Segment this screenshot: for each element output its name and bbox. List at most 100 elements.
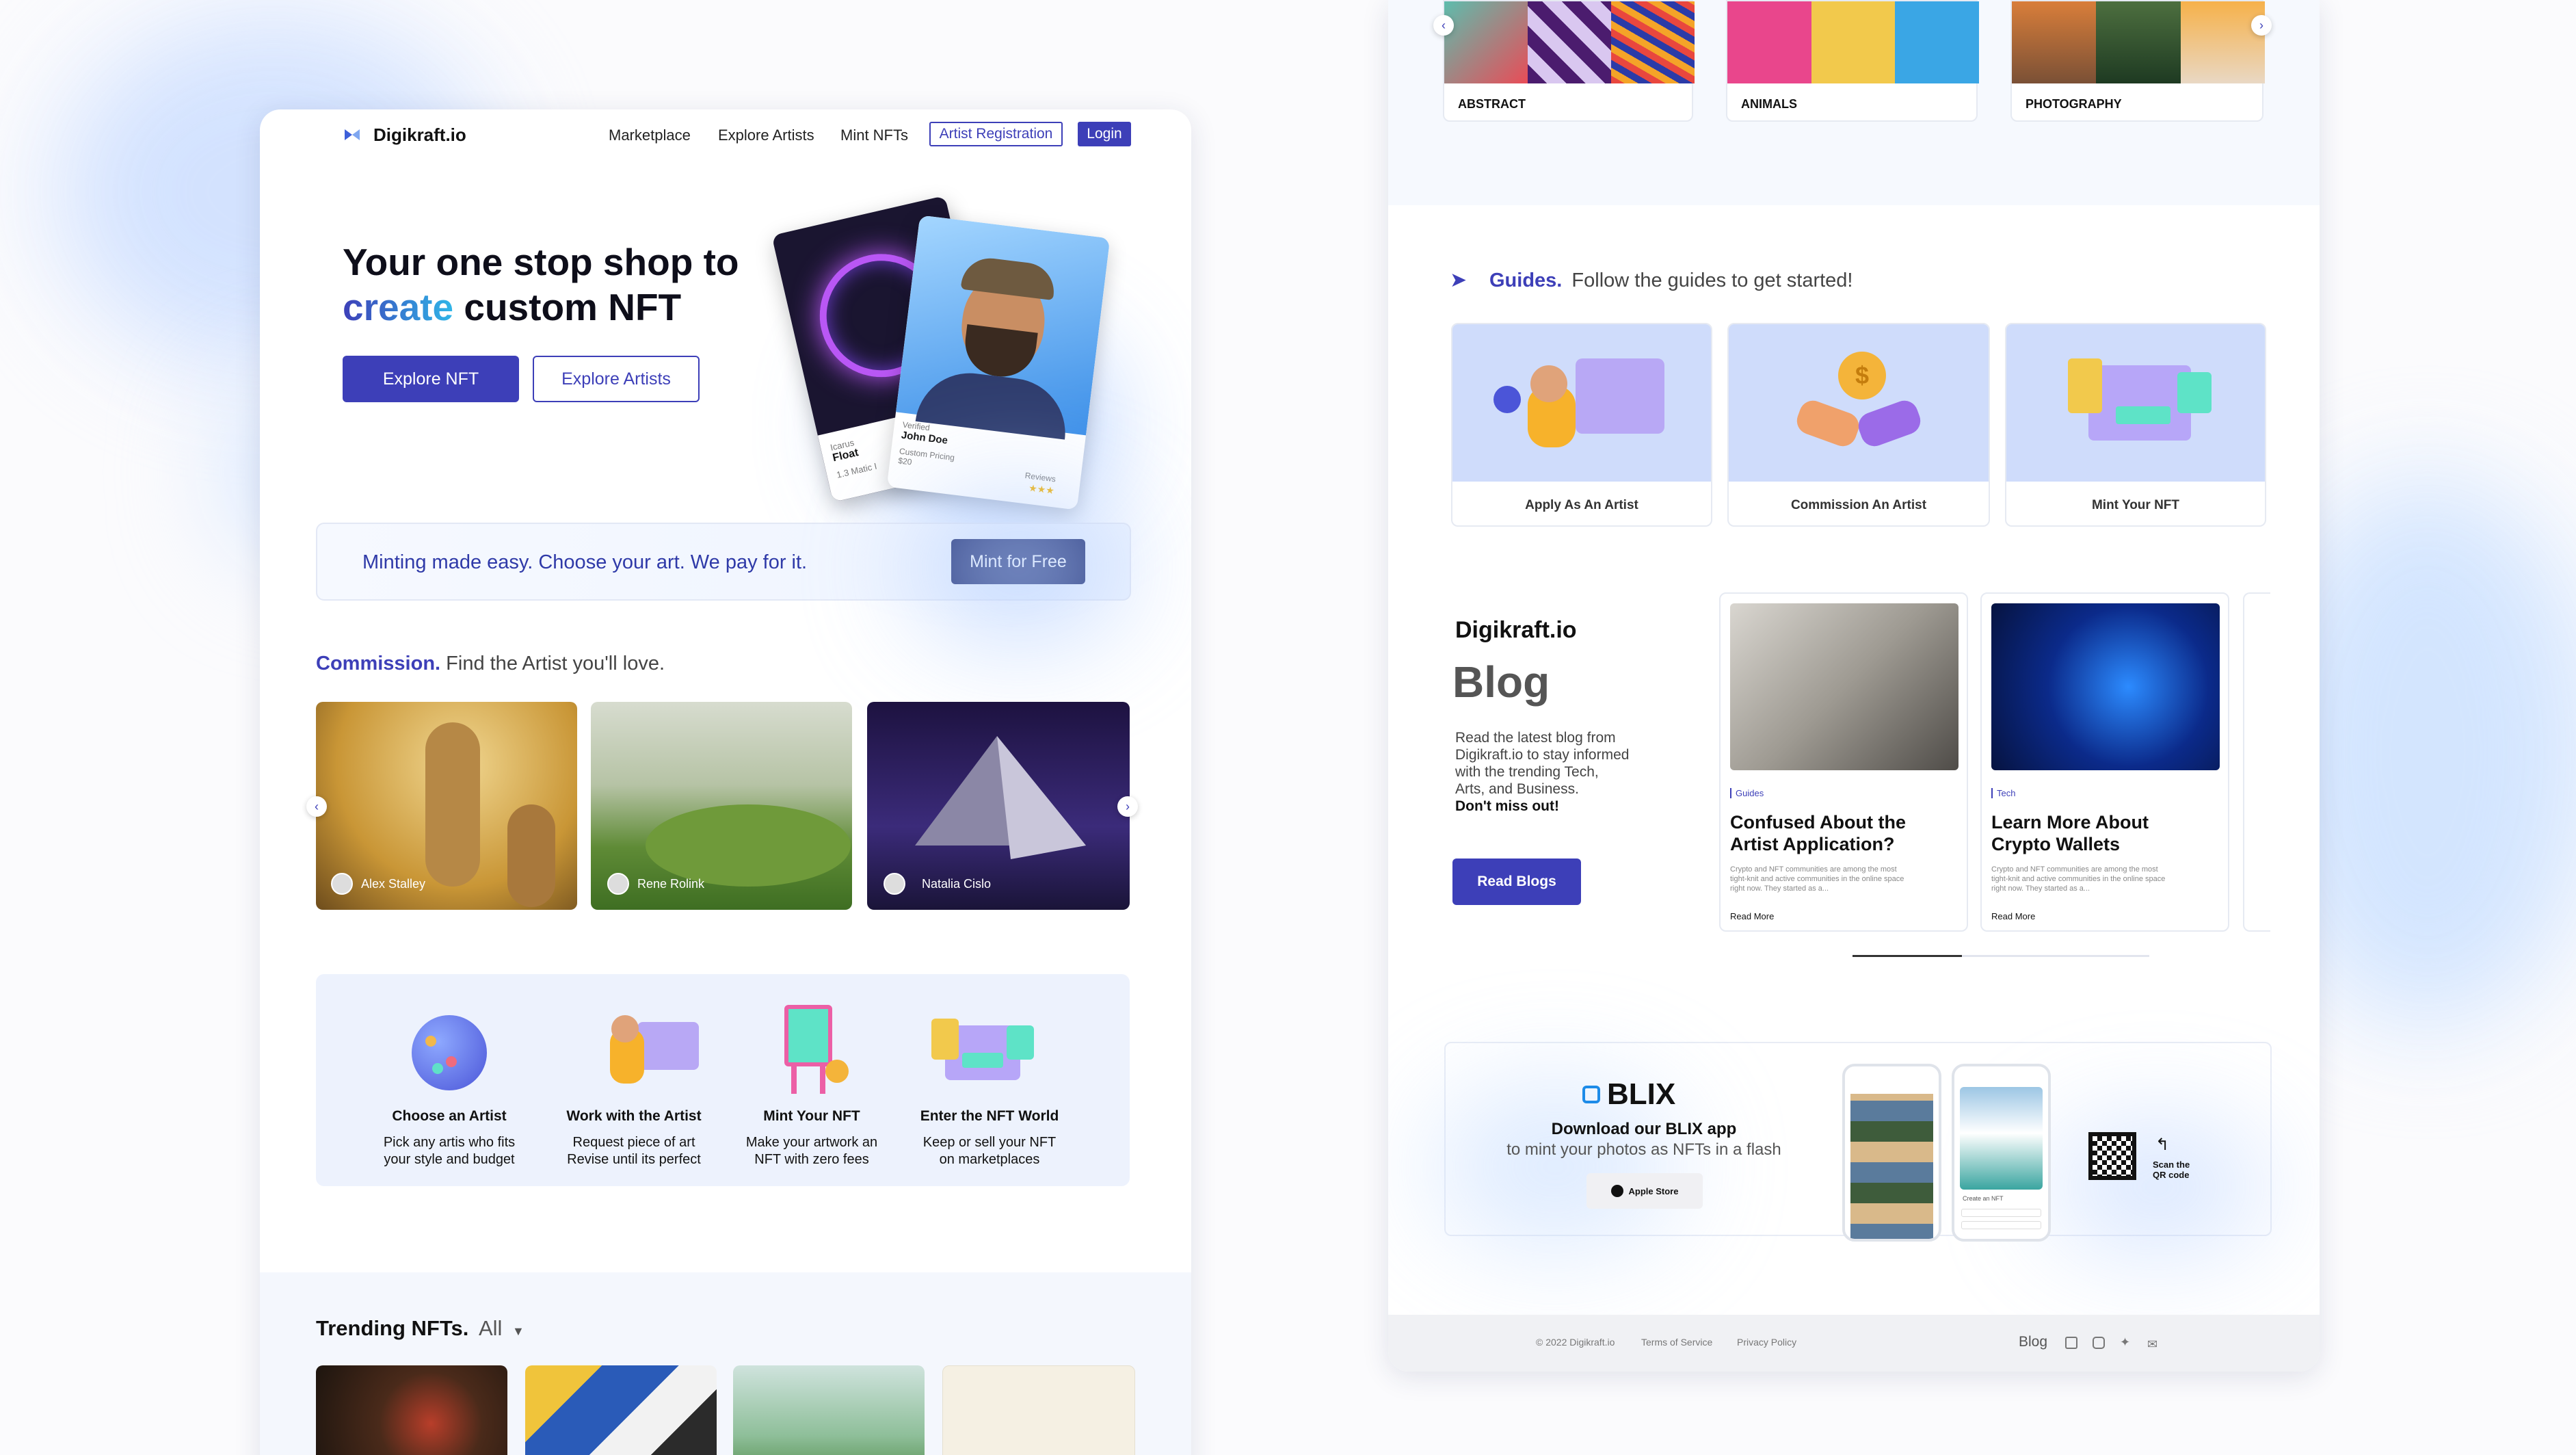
read-more-link[interactable]: Read More (1991, 911, 2035, 921)
blog-post-title-line: Crypto Wallets (1991, 834, 2121, 854)
artist-card-2[interactable]: Rene Rolink (591, 702, 852, 910)
mail-icon[interactable]: ✉ (2147, 1337, 2157, 1352)
apple-icon (1610, 1185, 1623, 1197)
star-rating-icon: ★★★ (1028, 482, 1055, 497)
trending-heading: Trending NFTs. All ▼ (316, 1316, 525, 1341)
nft-thumb[interactable] (525, 1365, 717, 1455)
artist-registration-button[interactable]: Artist Registration (929, 122, 1063, 146)
app-banner: BLIX Download our BLIX app to mint your … (1432, 1042, 2272, 1248)
trending-title: Trending NFTs. (316, 1316, 469, 1340)
steps-panel: Choose an Artist Pick any artis who fits… (316, 974, 1130, 1186)
brand-name[interactable]: Digikraft.io (373, 124, 466, 146)
category-card-photography[interactable]: PHOTOGRAPHY (2010, 0, 2265, 122)
blog-post-1[interactable]: Guides Confused About the Artist Applica… (1719, 592, 1968, 932)
categories-prev-button[interactable]: ‹ (1433, 15, 1454, 36)
nft-world-icon (931, 1005, 1034, 1094)
category-card-animals[interactable]: ANIMALS (1726, 0, 1980, 122)
blog-desc-line: Digikraft.io to stay informed (1455, 747, 1630, 763)
nft-thumb[interactable] (733, 1365, 925, 1455)
blog-title: Blog (1452, 657, 1550, 707)
linkedin-icon[interactable] (2065, 1337, 2077, 1349)
excerpt-line: right now. They started as a... (1991, 884, 2090, 893)
blog-scroll-track[interactable] (1853, 955, 2149, 957)
footer-privacy-link[interactable]: Privacy Policy (1737, 1337, 1796, 1348)
step-title: Choose an Artist (392, 1108, 507, 1124)
nft-thumb[interactable] (316, 1365, 507, 1455)
avatar-art (896, 215, 1111, 440)
blog-post-tag: Tech (1991, 788, 2015, 798)
phone-mockup-gallery (1842, 1064, 1941, 1242)
guide-label: Commission An Artist (1790, 498, 1927, 512)
easel-icon (771, 1005, 849, 1094)
twitter-icon[interactable]: ✦ (2120, 1335, 2130, 1350)
step-desc: Keep or sell your NFT (922, 1135, 1057, 1150)
mint-for-free-button[interactable]: Mint for Free (951, 539, 1085, 584)
avatar (884, 873, 905, 895)
blog-desc-line: with the trending Tech, (1455, 764, 1599, 780)
read-more-link[interactable]: Read More (1730, 911, 1774, 921)
avatar (331, 873, 353, 895)
explore-artists-button[interactable]: Explore Artists (533, 356, 700, 402)
curved-arrow-icon: ↰ (2155, 1136, 2170, 1154)
artist-name: Rene Rolink (637, 877, 705, 891)
guide-card-commission[interactable]: $ Commission An Artist (1727, 323, 1990, 527)
chevron-down-icon[interactable]: ▼ (512, 1324, 525, 1338)
categories-next-button[interactable]: › (2251, 15, 2272, 36)
login-button[interactable]: Login (1078, 122, 1131, 146)
nav-mint-nfts[interactable]: Mint NFTs (840, 127, 908, 144)
instagram-icon[interactable] (2093, 1337, 2105, 1349)
apple-store-button[interactable]: Apple Store (1586, 1173, 1703, 1209)
blog-brand: Digikraft.io (1455, 617, 1577, 643)
scan-qr-text: Scan the QR code (2153, 1159, 2190, 1180)
hero-line-2: custom NFT (464, 286, 682, 328)
step-3: Mint Your NFT Make your artwork an NFT w… (733, 1107, 890, 1168)
carousel-next-button[interactable]: › (1117, 796, 1138, 817)
step-4: Enter the NFT World Keep or sell your NF… (911, 1107, 1068, 1168)
footer-blog-link[interactable]: Blog (2019, 1334, 2047, 1350)
avatar (607, 873, 629, 895)
hero-highlight: create (343, 286, 454, 328)
guide-card-mint[interactable]: Mint Your NFT (2005, 323, 2266, 527)
step-title: Work with the Artist (566, 1108, 702, 1124)
step-1: Choose an Artist Pick any artis who fits… (371, 1107, 528, 1168)
blog-post-title-line: Artist Application? (1730, 834, 1895, 854)
artist-card-3[interactable]: Natalia Cislo (867, 702, 1130, 910)
nav-marketplace[interactable]: Marketplace (609, 127, 691, 144)
blog-scroll-thumb[interactable] (1853, 955, 1962, 957)
trending-filter[interactable]: All (479, 1316, 502, 1340)
nft-thumb[interactable] (942, 1365, 1135, 1455)
excerpt-line: tight-knit and active communities in the… (1991, 875, 2166, 883)
blog-desc-line: Arts, and Business. (1455, 781, 1579, 797)
category-card-abstract[interactable]: ABSTRACT (1443, 0, 1695, 122)
step-desc: Make your artwork an (745, 1135, 878, 1150)
apple-store-label: Apple Store (1628, 1185, 1679, 1196)
mint-banner-text: Minting made easy. Choose your art. We p… (362, 551, 808, 573)
guide-label: Apply As An Artist (1525, 498, 1638, 512)
footer: © 2022 Digikraft.io Terms of Service Pri… (1388, 1315, 2320, 1372)
explore-nft-button[interactable]: Explore NFT (343, 356, 519, 402)
scan-line: QR code (2153, 1170, 2190, 1180)
guides-heading: Guides. Follow the guides to get started… (1489, 270, 1853, 292)
guide-card-apply[interactable]: Apply As An Artist (1451, 323, 1712, 527)
step-2: Work with the Artist Request piece of ar… (555, 1107, 713, 1168)
blog-post-partial[interactable] (2243, 592, 2270, 932)
commission-heading: Commission. Find the Artist you'll love. (316, 653, 665, 675)
blog-post-excerpt: Crypto and NFT communities are among the… (1991, 865, 2165, 893)
app-subheadline: to mint your photos as NFTs in a flash (1506, 1140, 1781, 1159)
guides-rocket-icon: ➤ (1450, 269, 1468, 291)
nav-explore-artists[interactable]: Explore Artists (718, 127, 814, 144)
carousel-prev-button[interactable]: ‹ (306, 796, 327, 817)
guide-label: Mint Your NFT (2091, 498, 2180, 512)
excerpt-line: right now. They started as a... (1730, 884, 1829, 893)
commission-subtitle: Find the Artist you'll love. (446, 653, 665, 674)
mint-banner: Minting made easy. Choose your art. We p… (316, 523, 1131, 601)
read-blogs-button[interactable]: Read Blogs (1452, 858, 1581, 905)
blog-description: Read the latest blog from Digikraft.io t… (1455, 729, 1629, 815)
hero-line-1: Your one stop shop to (343, 241, 739, 283)
step-desc: Pick any artis who fits (383, 1135, 516, 1150)
guides-title: Guides. (1489, 270, 1563, 291)
artist-card-1[interactable]: Alex Stalley (316, 702, 577, 910)
blog-post-tag: Guides (1730, 788, 1764, 798)
blog-post-2[interactable]: Tech Learn More About Crypto Wallets Cry… (1980, 592, 2229, 932)
footer-terms-link[interactable]: Terms of Service (1641, 1337, 1712, 1348)
